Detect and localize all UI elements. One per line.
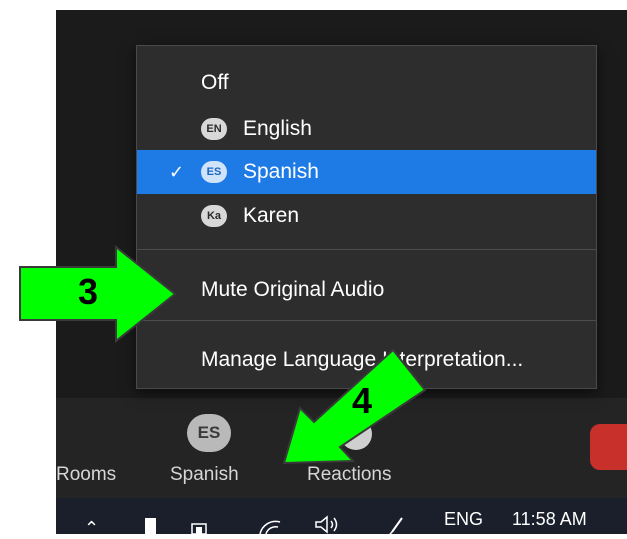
menu-item-label: Mute Original Audio	[201, 278, 385, 301]
mute-original-audio-item[interactable]: Mute Original Audio	[137, 268, 596, 312]
pen-icon[interactable]	[388, 515, 406, 534]
menu-item-off[interactable]: Off	[137, 61, 596, 105]
menu-item-spanish[interactable]: ✓ ES Spanish	[137, 150, 596, 194]
usb-device-icon[interactable]	[145, 518, 156, 534]
language-badge-icon: Ka	[201, 205, 227, 227]
interpretation-button-label[interactable]: Spanish	[170, 464, 239, 486]
wifi-icon[interactable]	[258, 518, 282, 534]
language-badge-icon: ES	[201, 161, 227, 183]
menu-item-label: Off	[201, 71, 229, 94]
menu-divider	[137, 320, 596, 321]
menu-item-label: Karen	[243, 204, 300, 227]
input-language-indicator[interactable]: ENG	[444, 509, 483, 530]
checkmark-icon: ✓	[169, 161, 185, 182]
interpretation-language-menu: Off EN English ✓ ES Spanish Ka Karen Mut…	[136, 45, 597, 389]
end-meeting-button[interactable]	[590, 424, 627, 470]
chevron-up-icon[interactable]: ⌃	[84, 518, 99, 539]
menu-item-label: English	[243, 117, 312, 140]
breakout-rooms-label[interactable]: Rooms	[56, 464, 116, 486]
menu-item-karen[interactable]: Ka Karen	[137, 194, 596, 238]
interpretation-language-badge[interactable]: ES	[187, 414, 231, 452]
volume-icon[interactable]	[314, 515, 342, 534]
menu-item-english[interactable]: EN English	[137, 107, 596, 151]
menu-divider	[137, 249, 596, 250]
annotation-number-3: 3	[78, 271, 99, 312]
language-badge-icon: EN	[201, 118, 227, 140]
menu-item-label: Spanish	[243, 160, 319, 183]
power-plug-icon[interactable]	[190, 522, 210, 534]
annotation-number-4: 4	[352, 380, 373, 421]
clock-time[interactable]: 11:58 AM	[512, 509, 587, 530]
